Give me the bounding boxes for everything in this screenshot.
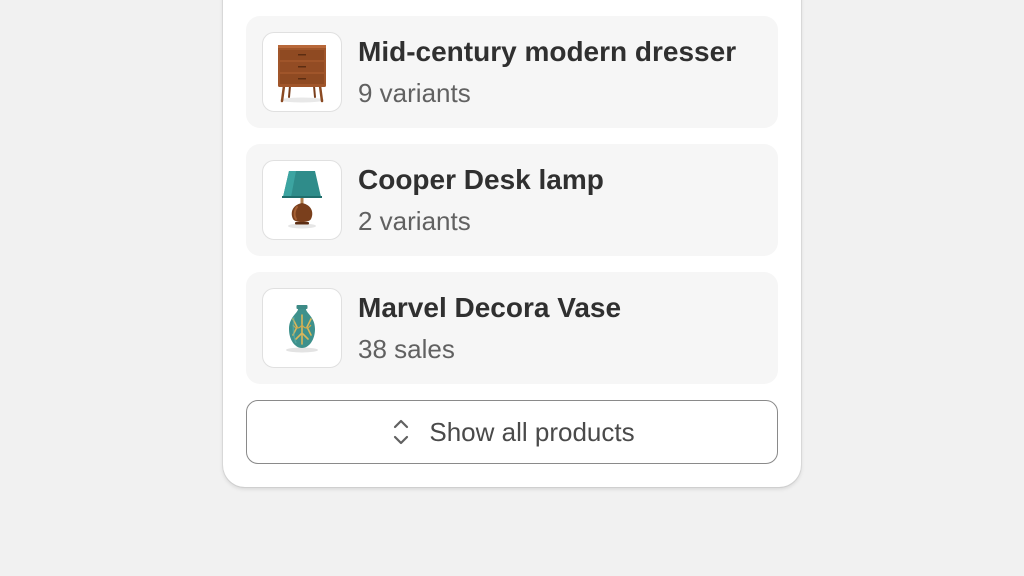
product-title: Cooper Desk lamp xyxy=(358,164,604,195)
product-variants: 9 variants xyxy=(358,78,471,108)
product-thumbnail xyxy=(262,32,342,112)
show-all-products-button[interactable]: Show all products xyxy=(246,400,778,464)
product-thumbnail xyxy=(262,160,342,240)
product-list-card: Mid-century modern dresser 9 variants Co… xyxy=(223,0,801,487)
product-row-lamp[interactable]: Cooper Desk lamp 2 variants xyxy=(246,144,778,256)
chevron-up-down-icon xyxy=(394,419,409,445)
lamp-image xyxy=(282,171,322,229)
dresser-image xyxy=(278,45,326,103)
product-title: Marvel Decora Vase xyxy=(358,292,622,323)
product-variants: 2 variants xyxy=(358,206,471,236)
product-sales: 38 sales xyxy=(358,334,455,364)
product-row-dresser[interactable]: Mid-century modern dresser 9 variants xyxy=(246,16,778,128)
product-row-vase[interactable]: Marvel Decora Vase 38 sales xyxy=(246,272,778,384)
product-title: Mid-century modern dresser xyxy=(358,36,737,67)
show-all-products-label: Show all products xyxy=(429,416,635,447)
product-thumbnail xyxy=(262,288,342,368)
vase-image xyxy=(286,305,318,353)
